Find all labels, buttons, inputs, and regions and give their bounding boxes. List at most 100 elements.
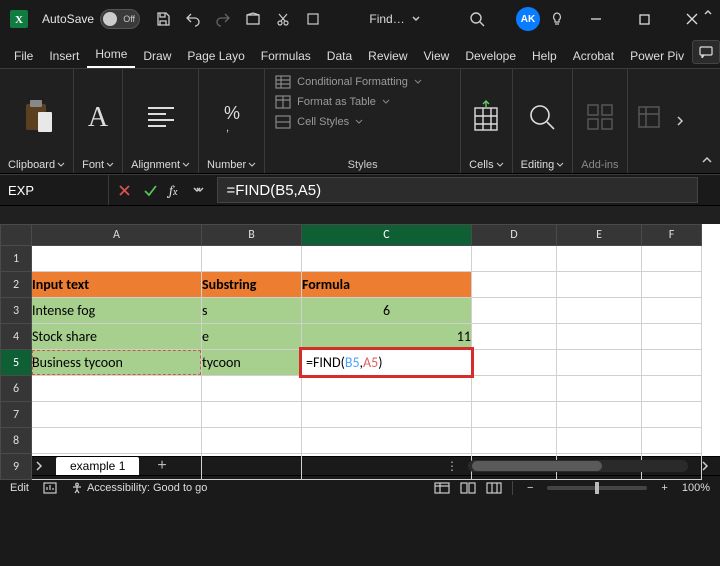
- group-number[interactable]: %, Number: [199, 69, 265, 173]
- cell-styles-button[interactable]: Cell Styles: [275, 115, 363, 129]
- horizontal-scrollbar[interactable]: [468, 460, 688, 472]
- tab-data[interactable]: Data: [319, 43, 360, 68]
- row-header-5[interactable]: 5: [1, 350, 32, 376]
- tab-file[interactable]: File: [6, 43, 41, 68]
- ribbon-tabs: File Insert Home Draw Page Layo Formulas…: [0, 38, 720, 69]
- tab-acrobat[interactable]: Acrobat: [565, 43, 622, 68]
- conditional-formatting-button[interactable]: Conditional Formatting: [275, 75, 422, 89]
- page-layout-view-icon[interactable]: [460, 482, 476, 494]
- tab-draw[interactable]: Draw: [135, 43, 179, 68]
- svg-text:,: ,: [226, 122, 229, 133]
- redo-icon[interactable]: [210, 5, 236, 33]
- comments-button[interactable]: [692, 40, 720, 64]
- cell-a4[interactable]: Stock share: [32, 324, 202, 350]
- cell-b5[interactable]: tycoon: [202, 350, 302, 376]
- maximize-button[interactable]: [622, 0, 666, 38]
- row-header-2[interactable]: 2: [1, 272, 32, 298]
- qat-icon[interactable]: [240, 5, 266, 33]
- toggle-switch[interactable]: Off: [100, 9, 140, 29]
- row-header-3[interactable]: 3: [1, 298, 32, 324]
- accessibility-status[interactable]: Accessibility: Good to go: [71, 482, 207, 494]
- autosave-label: AutoSave: [42, 12, 94, 26]
- tab-view[interactable]: View: [416, 43, 458, 68]
- tab-developer[interactable]: Develope: [457, 43, 524, 68]
- tab-insert[interactable]: Insert: [41, 43, 87, 68]
- zoom-level[interactable]: 100%: [682, 482, 710, 494]
- tab-home[interactable]: Home: [87, 41, 135, 68]
- cut-icon[interactable]: [270, 5, 296, 33]
- stats-icon[interactable]: [43, 482, 57, 494]
- minimize-button[interactable]: [574, 0, 618, 38]
- col-header-c[interactable]: C: [302, 225, 472, 246]
- cell-c3[interactable]: 6: [302, 298, 472, 324]
- group-font[interactable]: A Font: [74, 69, 123, 173]
- zoom-out-button[interactable]: −: [523, 482, 537, 494]
- tab-review[interactable]: Review: [360, 43, 415, 68]
- row-header-4[interactable]: 4: [1, 324, 32, 350]
- cell-a5[interactable]: Business tycoon: [32, 350, 202, 376]
- row-header-6[interactable]: 6: [1, 376, 32, 402]
- cell-c4[interactable]: 11: [302, 324, 472, 350]
- tab-formulas[interactable]: Formulas: [253, 43, 319, 68]
- group-editing[interactable]: Editing: [513, 69, 574, 173]
- formula-bar-buttons: fx: [109, 175, 215, 205]
- window-title-search[interactable]: Find…: [369, 12, 420, 26]
- cell-a2[interactable]: Input text: [32, 272, 202, 298]
- tab-pagelayout[interactable]: Page Layo: [179, 43, 252, 68]
- col-header-e[interactable]: E: [557, 225, 642, 246]
- cell-c5-edit[interactable]: =FIND(B5,A5): [299, 347, 474, 378]
- status-mode: Edit: [10, 482, 29, 494]
- row-header-9[interactable]: 9: [1, 454, 32, 480]
- col-header-a[interactable]: A: [32, 225, 202, 246]
- spreadsheet-grid[interactable]: A B C D E F 1 2 Input text Substring For…: [0, 224, 720, 456]
- group-addins[interactable]: Add-ins: [573, 69, 627, 173]
- group-cells[interactable]: Cells: [461, 69, 512, 173]
- cell-b4[interactable]: e: [202, 324, 302, 350]
- styles-group-label: Styles: [348, 159, 378, 171]
- normal-view-icon[interactable]: [434, 482, 450, 494]
- qat-more-icon[interactable]: [300, 5, 326, 33]
- tab-help[interactable]: Help: [524, 43, 565, 68]
- group-alignment[interactable]: Alignment: [123, 69, 199, 173]
- group-more[interactable]: .: [628, 69, 670, 173]
- col-header-d[interactable]: D: [472, 225, 557, 246]
- fx-icon[interactable]: fx: [169, 182, 177, 199]
- row-header-8[interactable]: 8: [1, 428, 32, 454]
- user-avatar[interactable]: AK: [516, 7, 540, 31]
- name-box[interactable]: [0, 175, 109, 205]
- svg-text:A: A: [88, 102, 109, 133]
- page-break-view-icon[interactable]: [486, 482, 502, 494]
- cell-c5[interactable]: =FIND(B5,A5): [302, 350, 472, 376]
- lightbulb-icon[interactable]: [544, 5, 570, 33]
- fx-dropdown-icon[interactable]: [191, 186, 209, 194]
- cell-a3[interactable]: Intense fog: [32, 298, 202, 324]
- row-header-7[interactable]: 7: [1, 402, 32, 428]
- cell-b2[interactable]: Substring: [202, 272, 302, 298]
- tab-powerpivot[interactable]: Power Piv: [622, 43, 692, 68]
- save-icon[interactable]: [150, 5, 176, 33]
- autosave-state: Off: [123, 14, 135, 24]
- autosave-toggle[interactable]: AutoSave Off: [36, 9, 146, 29]
- cancel-icon[interactable]: [115, 184, 133, 197]
- col-header-b[interactable]: B: [202, 225, 302, 246]
- format-as-table-button[interactable]: Format as Table: [275, 95, 390, 109]
- expand-formula-bar-icon[interactable]: [702, 6, 714, 18]
- col-header-f[interactable]: F: [642, 225, 702, 246]
- cell-c2[interactable]: Formula: [302, 272, 472, 298]
- title-bar: X AutoSave Off Find… AK: [0, 0, 720, 38]
- sheet-tab-active[interactable]: example 1: [56, 457, 139, 475]
- group-clipboard[interactable]: Clipboard: [0, 69, 74, 173]
- accept-icon[interactable]: [141, 184, 159, 197]
- chevron-down-icon: [411, 14, 421, 24]
- ribbon-overflow-icon[interactable]: [670, 69, 690, 173]
- zoom-slider[interactable]: [547, 486, 647, 490]
- cell-b3[interactable]: s: [202, 298, 302, 324]
- formula-bar[interactable]: =FIND(B5,A5): [217, 177, 698, 203]
- row-header-1[interactable]: 1: [1, 246, 32, 272]
- ribbon: Clipboard A Font Alignment %, Number Con…: [0, 69, 720, 174]
- select-all-corner[interactable]: [1, 225, 32, 246]
- collapse-ribbon-icon[interactable]: [700, 153, 714, 167]
- zoom-in-button[interactable]: +: [657, 482, 671, 494]
- search-icon[interactable]: [464, 5, 490, 33]
- undo-icon[interactable]: [180, 5, 206, 33]
